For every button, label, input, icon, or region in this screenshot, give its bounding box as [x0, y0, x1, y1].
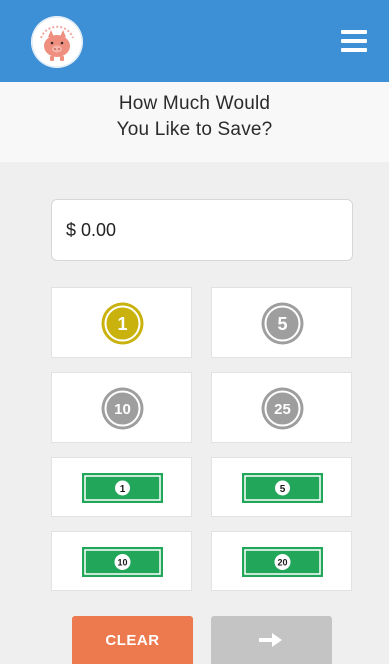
coin-25-label: 25: [274, 401, 291, 418]
coin-1-icon: 1: [101, 302, 144, 345]
hamburger-menu-icon[interactable]: [341, 30, 367, 52]
bill-5-label: 5: [280, 484, 286, 495]
coin-25-icon: 25: [261, 387, 304, 430]
amount-value: $ 0.00: [66, 220, 117, 240]
page-title: How Much Would You Like to Save?: [0, 91, 389, 143]
coin-5-button[interactable]: 5: [211, 287, 352, 358]
coin-25-button[interactable]: 25: [211, 372, 352, 443]
title-line-2: You Like to Save?: [116, 119, 273, 140]
coin-5-label: 5: [277, 314, 287, 334]
piggy-bank-icon[interactable]: [31, 16, 83, 68]
coin-10-label: 10: [114, 401, 131, 418]
bill-20-icon: 20: [242, 547, 323, 577]
clear-button[interactable]: CLEAR: [72, 616, 193, 664]
bill-10-button[interactable]: 10: [51, 531, 192, 591]
title-line-1: How Much Would: [118, 93, 271, 114]
bill-5-icon: 5: [242, 473, 323, 503]
bill-1-icon: 1: [82, 473, 163, 503]
coin-1-label: 1: [117, 314, 127, 334]
top-bar: [0, 0, 389, 82]
amount-field[interactable]: $ 0.00: [51, 199, 353, 261]
bill-20-button[interactable]: 20: [211, 531, 352, 591]
bill-20-label: 20: [277, 558, 287, 568]
coin-5-icon: 5: [261, 302, 304, 345]
coin-10-button[interactable]: 10: [51, 372, 192, 443]
bill-1-button[interactable]: 1: [51, 457, 192, 517]
coin-1-button[interactable]: 1: [51, 287, 192, 358]
coin-10-icon: 10: [101, 387, 144, 430]
bill-10-label: 10: [117, 558, 127, 568]
next-button[interactable]: [211, 616, 332, 664]
bill-10-icon: 10: [82, 547, 163, 577]
right-arrow-icon: [259, 633, 282, 647]
bill-5-button[interactable]: 5: [211, 457, 352, 517]
bill-1-label: 1: [120, 484, 126, 495]
